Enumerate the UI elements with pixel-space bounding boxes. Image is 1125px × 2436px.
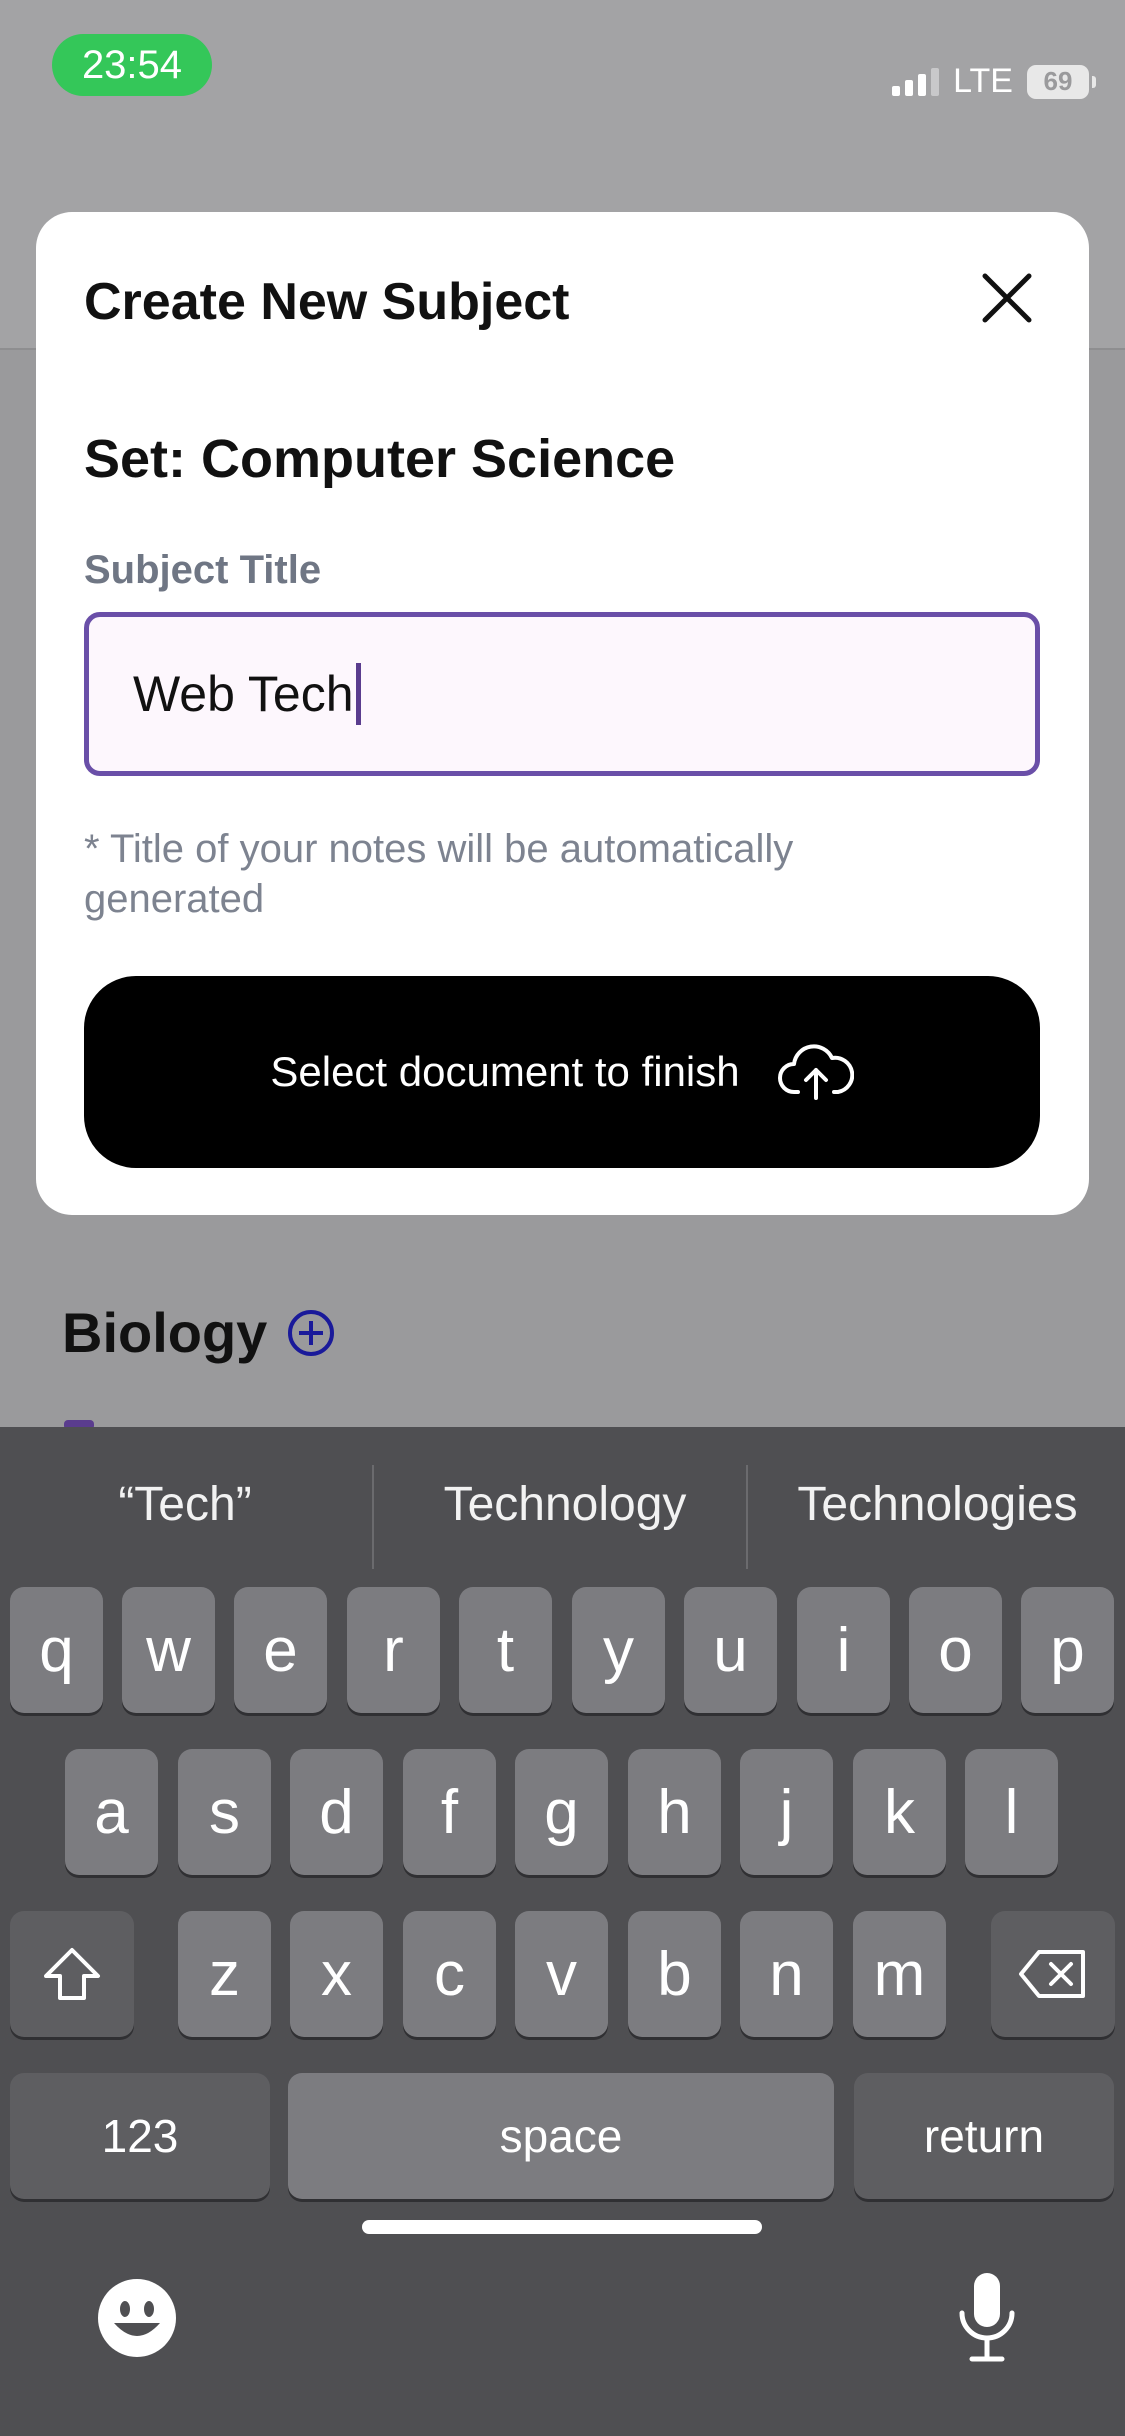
return-key[interactable]: return (854, 2073, 1114, 2199)
subject-title-value: Web Tech (133, 666, 354, 722)
key-w[interactable]: w (122, 1587, 215, 1713)
key-p[interactable]: p (1021, 1587, 1114, 1713)
status-indicators: LTE 69 (892, 62, 1096, 101)
key-u[interactable]: u (684, 1587, 777, 1713)
key-y[interactable]: y (572, 1587, 665, 1713)
shift-key[interactable] (10, 1911, 134, 2037)
dictation-key[interactable] (954, 2269, 1020, 2365)
emoji-key[interactable] (96, 2277, 178, 2359)
network-label: LTE (953, 62, 1013, 100)
key-f[interactable]: f (403, 1749, 496, 1875)
key-h[interactable]: h (628, 1749, 721, 1875)
suggestion-separator (746, 1465, 748, 1569)
key-j[interactable]: j (740, 1749, 833, 1875)
key-v[interactable]: v (515, 1911, 608, 2037)
status-time: 23:54 (52, 34, 212, 96)
keyboard: “Tech” Technology Technologies q w e r t… (0, 1427, 1125, 2436)
suggestion-separator (372, 1465, 374, 1569)
suggestion-2[interactable]: Technology (390, 1477, 740, 1532)
signal-icon (892, 67, 940, 96)
key-t[interactable]: t (459, 1587, 552, 1713)
key-b[interactable]: b (628, 1911, 721, 2037)
select-document-button[interactable]: Select document to finish (84, 976, 1040, 1168)
key-z[interactable]: z (178, 1911, 271, 2037)
battery-icon: 69 (1027, 64, 1096, 99)
home-indicator[interactable] (362, 2220, 762, 2234)
backspace-icon (1019, 1950, 1085, 1998)
shift-icon (44, 1948, 100, 2000)
suggestion-1[interactable]: “Tech” (20, 1477, 350, 1532)
key-l[interactable]: l (965, 1749, 1058, 1875)
suggestion-bar: “Tech” Technology Technologies (0, 1427, 1125, 1587)
key-i[interactable]: i (797, 1587, 890, 1713)
text-caret (355, 663, 361, 725)
microphone-icon (959, 2273, 1015, 2362)
key-x[interactable]: x (290, 1911, 383, 2037)
key-e[interactable]: e (234, 1587, 327, 1713)
space-key[interactable]: space (288, 2073, 834, 2199)
key-a[interactable]: a (65, 1749, 158, 1875)
cloud-upload-icon (777, 1044, 854, 1100)
create-subject-modal: Create New Subject Set: Computer Science… (36, 212, 1089, 1215)
select-document-label: Select document to finish (270, 1048, 740, 1095)
hint-text: * Title of your notes will be automatica… (84, 827, 794, 921)
add-circle-icon[interactable] (288, 1310, 334, 1356)
suggestion-3[interactable]: Technologies (760, 1477, 1115, 1532)
key-n[interactable]: n (740, 1911, 833, 2037)
key-c[interactable]: c (403, 1911, 496, 2037)
backspace-key[interactable] (991, 1911, 1115, 2037)
subject-title-input[interactable]: Web Tech (84, 612, 1040, 776)
key-r[interactable]: r (347, 1587, 440, 1713)
subject-title-label: Subject Title (84, 548, 322, 592)
key-d[interactable]: d (290, 1749, 383, 1875)
emoji-icon (98, 2279, 176, 2357)
key-g[interactable]: g (515, 1749, 608, 1875)
key-o[interactable]: o (909, 1587, 1002, 1713)
set-label: Set: Computer Science (84, 429, 676, 489)
key-s[interactable]: s (178, 1749, 271, 1875)
numbers-key[interactable]: 123 (10, 2073, 270, 2199)
key-q[interactable]: q (10, 1587, 103, 1713)
key-m[interactable]: m (853, 1911, 946, 2037)
modal-title: Create New Subject (84, 273, 570, 331)
key-k[interactable]: k (853, 1749, 946, 1875)
close-icon[interactable] (975, 266, 1039, 330)
section-title-biology: Biology (62, 1301, 268, 1364)
